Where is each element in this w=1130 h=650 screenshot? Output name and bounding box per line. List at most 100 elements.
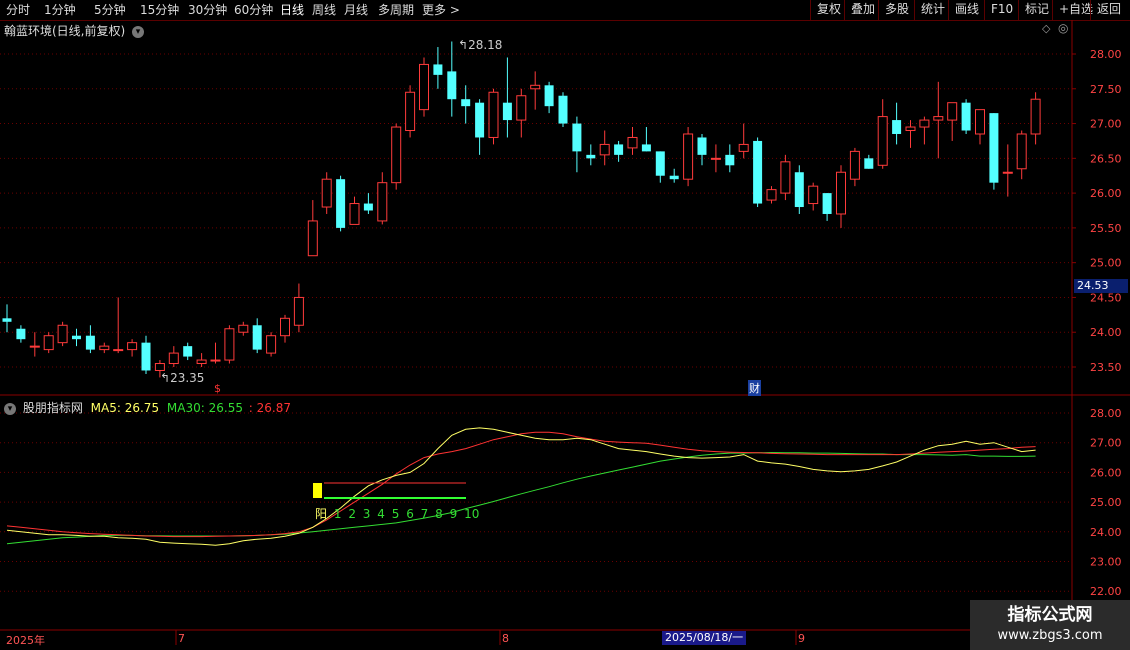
candle-body — [1002, 171, 1013, 174]
indicator-axis-label: 22.00 — [1090, 585, 1122, 598]
count-label: 10 — [464, 507, 480, 521]
price-axis-label: 27.50 — [1090, 83, 1122, 96]
candle-body — [627, 136, 638, 149]
settings-icon[interactable]: ◎ — [1058, 21, 1068, 35]
time-axis-month: 7 — [178, 632, 185, 645]
candle-body — [238, 324, 249, 333]
candle-body — [252, 325, 262, 350]
candle-body — [461, 99, 471, 107]
candle-body — [57, 324, 68, 344]
candle-body — [1016, 133, 1027, 170]
ma5-line — [6, 427, 1036, 546]
candle-body — [224, 328, 235, 361]
candle-body — [85, 335, 95, 350]
candle-body — [877, 116, 888, 166]
candle-body — [544, 85, 554, 107]
watermark-url: www.zbgs3.com — [997, 628, 1103, 643]
candle-body — [697, 137, 707, 155]
candle-body — [154, 363, 165, 371]
count-label: 6 — [406, 507, 414, 521]
candle-body — [475, 102, 485, 138]
count-label: 阳 — [315, 507, 328, 521]
count-label: 8 — [435, 507, 443, 521]
candle-body — [822, 193, 832, 214]
candle-body — [2, 318, 12, 322]
indicator-axis-label: 27.00 — [1090, 437, 1122, 450]
candle-body — [363, 203, 373, 211]
candle-body — [849, 150, 860, 180]
indicator-axis-label: 23.00 — [1090, 556, 1122, 569]
cursor-date-box: 2025/08/18/一 — [662, 631, 747, 645]
candle-body — [572, 123, 582, 152]
candle-body — [530, 84, 541, 90]
candle-body — [43, 335, 54, 351]
candle-body — [710, 157, 721, 160]
candle-body — [127, 342, 138, 351]
candle-body — [766, 189, 777, 201]
candle-body — [293, 296, 304, 326]
high-price-label: ↰28.18 — [458, 38, 503, 52]
indicator-name: 股朋指标网 — [22, 401, 83, 415]
count-label: 5 — [391, 507, 400, 521]
current-price-tag: 24.53 — [1074, 279, 1128, 293]
diamond-icon[interactable]: ◇ — [1042, 22, 1050, 35]
count-label: 2 — [348, 507, 356, 521]
candle-body — [905, 126, 916, 132]
time-axis-year: 2025年 — [6, 634, 45, 647]
candle-body — [586, 154, 596, 159]
count-labels: 阳 1 2 3 4 5 6 7 8 9 10 — [315, 505, 479, 522]
candle-body — [1030, 98, 1041, 135]
candle-body — [808, 185, 819, 205]
candle-body — [377, 182, 388, 222]
price-axis-label: 26.00 — [1090, 187, 1122, 200]
candle-body — [669, 175, 679, 180]
candlestick-chart[interactable]: 28.00 27.50 27.00 26.50 26.00 25.50 25.00 24.50… — [0, 0, 1130, 650]
indicator-axis-label: 24.00 — [1090, 526, 1122, 539]
price-axis-label: 23.50 — [1090, 361, 1122, 374]
chevron-down-icon[interactable]: ▾ — [4, 402, 16, 415]
candle-body — [336, 179, 346, 228]
time-axis-month: 9 — [798, 632, 805, 645]
watermark-title: 指标公式网 — [1007, 605, 1093, 625]
candle-body — [349, 203, 360, 225]
low-price-label: ↰23.35 — [160, 371, 205, 385]
price-axis-label: 24.50 — [1090, 291, 1122, 304]
count-label: 3 — [362, 507, 371, 521]
candle-body — [836, 171, 846, 215]
candle-body — [113, 349, 124, 352]
candle-body — [738, 143, 749, 152]
candle-body — [725, 154, 735, 166]
candle-body — [210, 359, 221, 362]
indicator-axis-label: 28.00 — [1090, 407, 1122, 420]
candle-body — [502, 102, 512, 121]
ma5-label: MA5: 26.75 — [90, 401, 160, 415]
dividend-marker[interactable]: $ — [214, 382, 221, 395]
candle-body — [614, 144, 624, 155]
candle-body — [975, 109, 985, 135]
candle-body — [919, 119, 930, 128]
candle-layer — [2, 41, 1041, 378]
chevron-down-icon[interactable]: ▾ — [132, 25, 145, 38]
count-label: 1 — [333, 507, 342, 521]
finance-marker[interactable]: 财 — [748, 380, 761, 396]
ma30-label: MA30: 26.55 — [166, 401, 243, 415]
indicator-axis-label: 26.00 — [1090, 466, 1122, 479]
axis-layer: 28.00 27.50 27.00 26.50 26.00 25.50 25.00 24.50… — [1090, 48, 1122, 598]
price-axis-label: 28.00 — [1090, 48, 1122, 61]
price-axis-label: 26.50 — [1090, 152, 1122, 165]
candle-body — [405, 91, 416, 132]
candle-body — [961, 102, 971, 131]
price-axis-label: 27.00 — [1090, 118, 1122, 131]
candle-body — [183, 346, 193, 357]
candle-body — [99, 345, 110, 351]
price-axis-label: 24.00 — [1090, 326, 1122, 339]
candle-body — [16, 328, 26, 340]
candle-body — [892, 120, 902, 134]
candle-body — [947, 102, 958, 121]
candle-body — [794, 172, 804, 208]
candle-body — [391, 126, 402, 184]
price-axis-label: 25.50 — [1090, 222, 1122, 235]
candle-body — [433, 64, 443, 75]
candle-body — [780, 161, 791, 194]
candle-body — [72, 335, 81, 340]
